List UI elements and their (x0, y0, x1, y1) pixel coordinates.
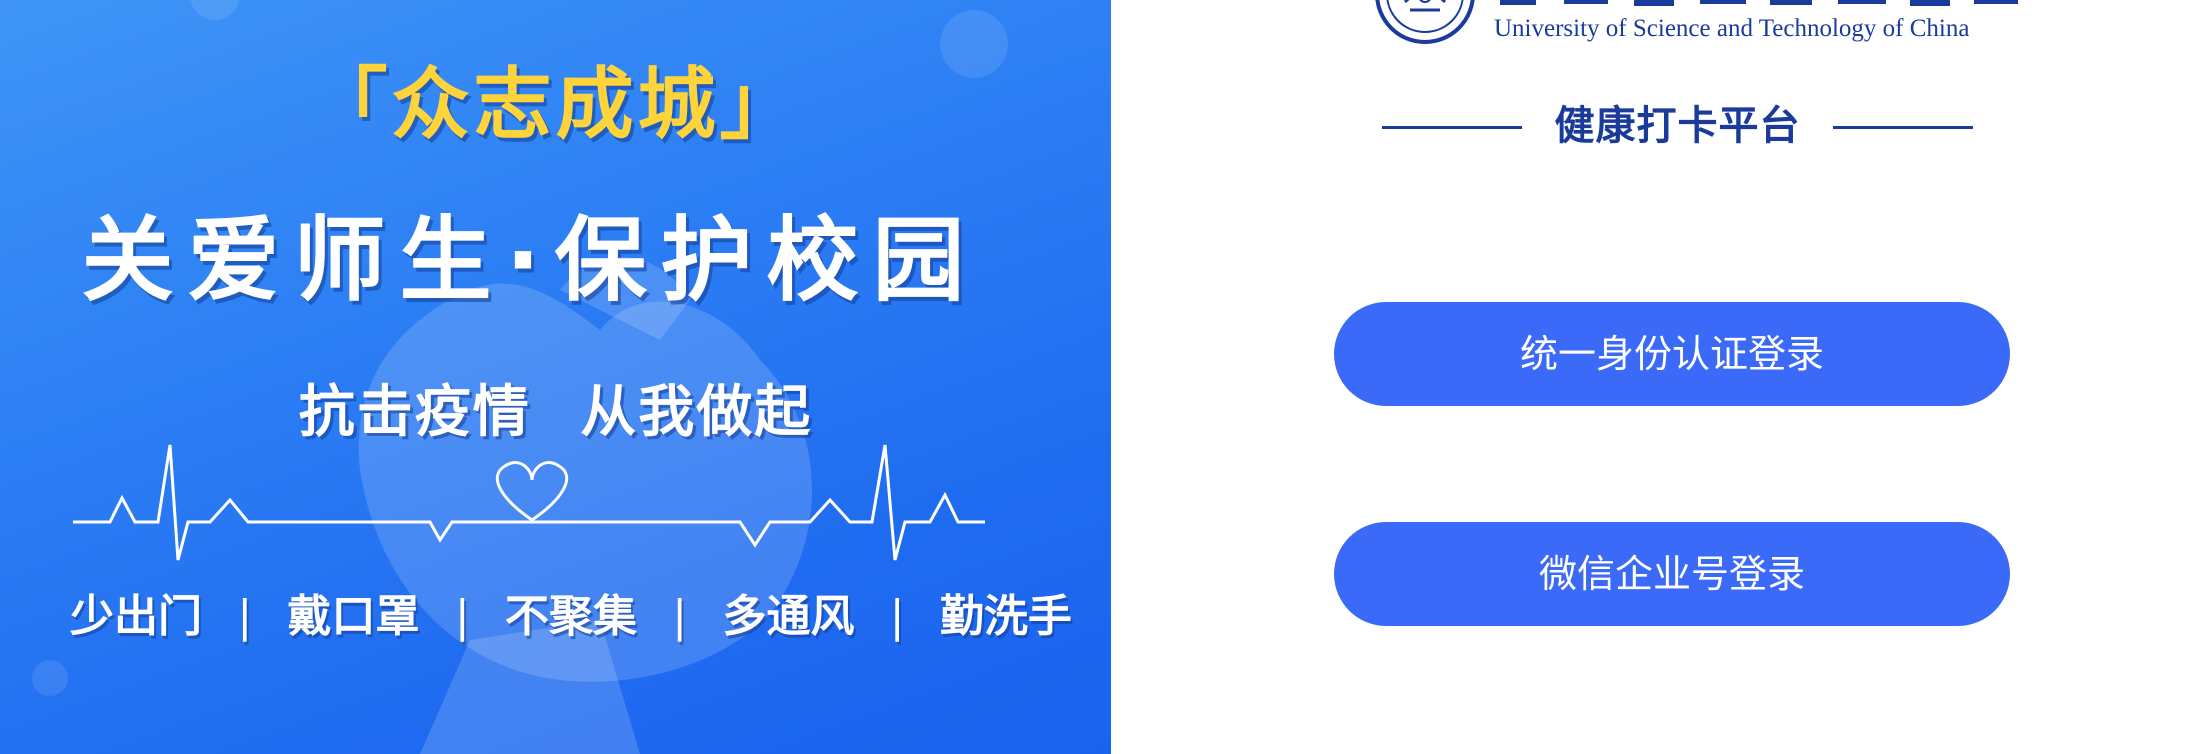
university-english-name: University of Science and Technology of … (1494, 15, 1970, 42)
wechat-work-login-button[interactable]: 微信企业号登录 (1334, 522, 2010, 626)
heartbeat-line-graphic (73, 444, 985, 561)
tip-stay-home: 少出门 (70, 591, 202, 642)
platform-title: 健康打卡平台 (1554, 103, 1801, 149)
university-cn-wordmark-graphic (1500, 0, 2018, 6)
tip-wash-hands: 勤洗手 (939, 591, 1072, 642)
slogan-protect-campus: 关爱师生·保护校园 (81, 207, 979, 314)
login-panel: University of Science and Technology of … (1111, 0, 2186, 754)
prevention-tips: 少出门 | 戴口罩 | 不聚集 | 多通风 | 勤洗手 (70, 585, 1072, 649)
tip-separator: | (237, 591, 253, 642)
tip-separator: | (672, 591, 688, 642)
tip-ventilate: 多通风 (722, 591, 855, 642)
title-divider-right (1833, 126, 1973, 129)
tip-separator: | (889, 591, 905, 642)
title-divider-left (1382, 126, 1522, 129)
tip-no-gathering: 不聚集 (504, 591, 637, 642)
university-seal-logo (1375, 0, 1475, 44)
tip-separator: | (454, 591, 470, 642)
platform-title-row: 健康打卡平台 (1371, 96, 1973, 156)
unified-auth-login-button[interactable]: 统一身份认证登录 (1334, 302, 2010, 406)
campaign-banner: 「众志成城」 关爱师生·保护校园 抗击疫情 从我做起 少出门 | 戴口罩 | 不… (0, 0, 1111, 754)
tip-wear-mask: 戴口罩 (287, 591, 420, 642)
slogan-united: 「众志成城」 (309, 60, 802, 150)
